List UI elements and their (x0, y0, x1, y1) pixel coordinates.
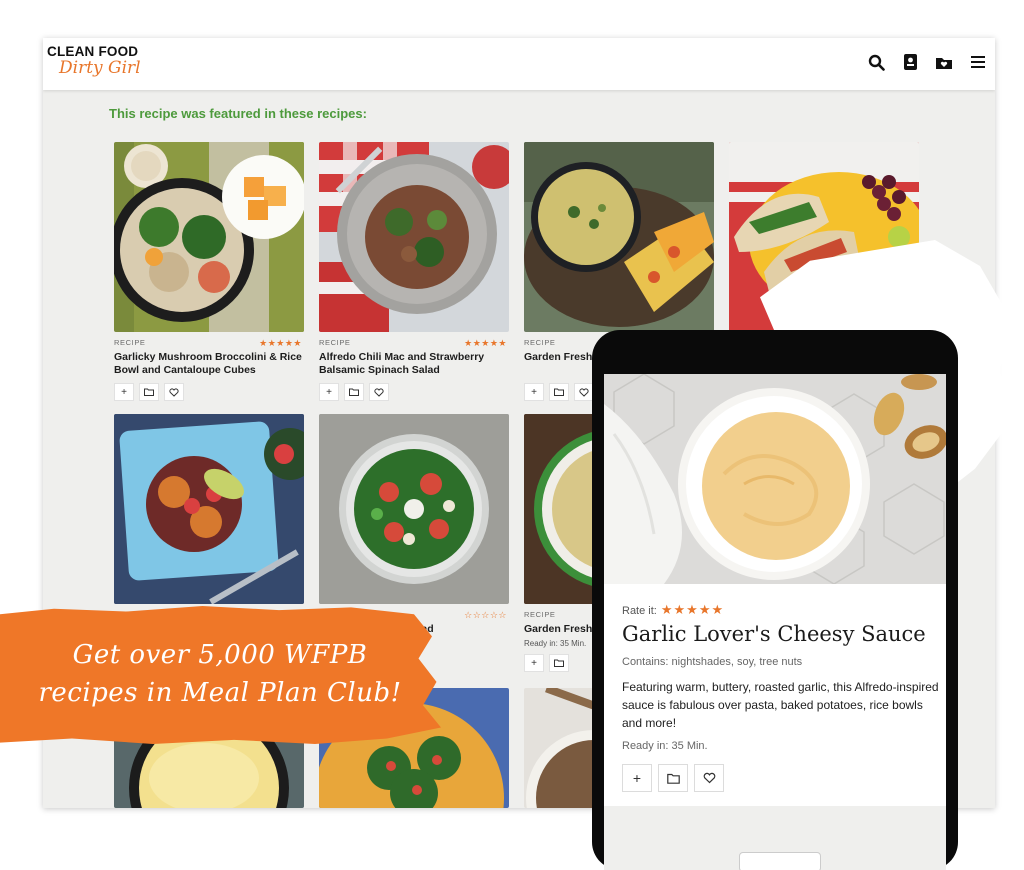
recipe-photo[interactable] (524, 142, 714, 332)
rating-stars[interactable]: ★★★★★ (661, 602, 724, 617)
recipe-photo[interactable] (114, 142, 304, 332)
recipe-card[interactable] (114, 414, 304, 604)
recipe-photo[interactable] (114, 414, 304, 604)
header-nav (867, 52, 987, 72)
phone-mockup: Rate it: ★★★★★ Garlic Lover's Cheesy Sauc… (592, 330, 958, 870)
footer-button[interactable] (739, 852, 821, 870)
ready-time: Ready in: 35 Min. (622, 740, 708, 752)
recipe-book-icon[interactable] (901, 52, 919, 72)
recipe-card[interactable]: ☆☆☆☆☆ Pea Salad (319, 414, 509, 636)
plus-icon: + (632, 770, 642, 786)
featured-heading: This recipe was featured in these recipe… (109, 106, 367, 121)
favorite-button[interactable] (369, 383, 389, 401)
logo-wordmark[interactable]: CLEAN FOOD (47, 44, 138, 59)
folder-icon (349, 388, 359, 396)
recipe-title: Garlic Lover's Cheesy Sauce (622, 622, 926, 646)
folder-icon (144, 388, 154, 396)
folder-icon (666, 773, 680, 784)
folder-icon (554, 388, 564, 396)
phone-screen: Rate it: ★★★★★ Garlic Lover's Cheesy Sauc… (604, 374, 946, 870)
site-header: CLEAN FOOD Dirty Girl (43, 38, 995, 90)
plus-icon: + (326, 386, 332, 398)
recipe-title[interactable]: Alfredo Chili Mac and Strawberry Balsami… (319, 351, 509, 377)
recipe-card[interactable]: RECIPE ★★★★★ Garlicky Mushroom Broccolin… (114, 142, 304, 401)
phone-footer (604, 806, 946, 870)
allergen-info: Contains: nightshades, soy, tree nuts (622, 656, 803, 668)
rate-it: Rate it: ★★★★★ (622, 602, 724, 618)
recipe-actions: + (622, 764, 724, 792)
recipe-photo[interactable] (319, 142, 509, 332)
rating-stars: ★★★★★ (259, 338, 302, 348)
favorite-button[interactable] (164, 383, 184, 401)
menu-icon[interactable] (969, 52, 987, 72)
save-button[interactable] (549, 383, 569, 401)
save-button[interactable] (658, 764, 688, 792)
card-actions: + (114, 383, 304, 401)
promo-line-2: recipes in Meal Plan Club! (38, 678, 402, 708)
save-button[interactable] (344, 383, 364, 401)
recipe-card[interactable]: RECIPE ★★★★★ Alfredo Chili Mac and Straw… (319, 142, 509, 401)
promo-line-1: Get over 5,000 WFPB (72, 640, 368, 670)
folder-heart-icon[interactable] (935, 52, 953, 72)
folder-icon (554, 659, 564, 667)
card-actions: + (319, 383, 509, 401)
recipe-hero-photo (604, 374, 946, 584)
add-button[interactable]: + (524, 654, 544, 672)
heart-icon (374, 387, 384, 397)
add-button[interactable]: + (524, 383, 544, 401)
add-button[interactable]: + (114, 383, 134, 401)
logo-script[interactable]: Dirty Girl (59, 58, 141, 78)
add-button[interactable]: + (622, 764, 652, 792)
heart-icon (169, 387, 179, 397)
search-icon[interactable] (867, 52, 885, 72)
plus-icon: + (121, 386, 127, 398)
favorite-button[interactable] (694, 764, 724, 792)
rate-label: Rate it: (622, 605, 657, 617)
heart-icon (703, 772, 715, 784)
rating-stars: ★★★★★ (464, 338, 507, 348)
save-button[interactable] (139, 383, 159, 401)
promo-banner: Get over 5,000 WFPB recipes in Meal Plan… (0, 606, 441, 744)
recipe-photo[interactable] (319, 414, 509, 604)
plus-icon: + (531, 386, 537, 398)
recipe-title[interactable]: Garlicky Mushroom Broccolini & Rice Bowl… (114, 351, 304, 377)
rating-stars: ☆☆☆☆☆ (464, 610, 507, 620)
recipe-description: Featuring warm, buttery, roasted garlic,… (622, 680, 939, 730)
add-button[interactable]: + (319, 383, 339, 401)
plus-icon: + (531, 657, 537, 669)
favorite-button[interactable] (574, 383, 594, 401)
save-button[interactable] (549, 654, 569, 672)
heart-icon (579, 387, 589, 397)
